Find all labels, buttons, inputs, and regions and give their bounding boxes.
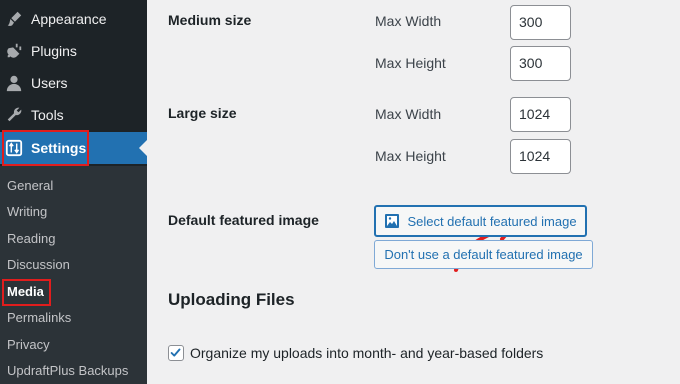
large-size-label: Large size	[168, 105, 237, 121]
uploading-files-heading: Uploading Files	[168, 290, 295, 309]
medium-height-input[interactable]: 300	[510, 46, 571, 81]
menu-label: Tools	[31, 107, 64, 123]
submenu-privacy[interactable]: Privacy	[7, 337, 50, 353]
menu-label: Users	[31, 75, 68, 91]
admin-sidebar: Appearance Plugins Users Tools Settings …	[0, 0, 147, 384]
checkmark-icon	[170, 348, 181, 357]
media-highlight-box	[2, 279, 51, 306]
menu-item-plugins[interactable]: Plugins	[0, 35, 147, 67]
dont-use-default-featured-image-button[interactable]: Don't use a default featured image	[374, 240, 593, 269]
image-icon	[385, 214, 400, 228]
menu-label: Plugins	[31, 43, 77, 59]
submenu-discussion[interactable]: Discussion	[7, 257, 70, 273]
submenu-permalinks[interactable]: Permalinks	[7, 310, 71, 326]
current-menu-pointer	[139, 140, 147, 156]
organize-uploads-label[interactable]: Organize my uploads into month- and year…	[190, 345, 543, 361]
default-featured-image-label: Default featured image	[168, 212, 319, 228]
large-height-label: Max Height	[375, 148, 446, 164]
wrench-icon	[7, 107, 22, 122]
plugin-icon	[7, 43, 22, 58]
select-default-featured-image-button[interactable]: Select default featured image	[374, 205, 587, 237]
media-settings-content: Medium size Max Width 300 Max Height 300…	[147, 0, 680, 384]
medium-size-label: Medium size	[168, 12, 252, 28]
medium-height-label: Max Height	[375, 55, 446, 71]
large-height-input[interactable]: 1024	[510, 139, 571, 174]
large-width-input[interactable]: 1024	[510, 97, 571, 132]
menu-item-tools[interactable]: Tools	[0, 99, 147, 131]
user-icon	[6, 75, 22, 92]
settings-submenu: General Writing Reading Discussion Media…	[0, 166, 147, 384]
large-width-label: Max Width	[375, 106, 442, 122]
select-button-label: Select default featured image	[407, 213, 577, 229]
medium-width-label: Max Width	[375, 13, 442, 29]
submenu-updraftplus-backups[interactable]: UpdraftPlus Backups	[7, 363, 128, 379]
submenu-reading[interactable]: Reading	[7, 231, 55, 247]
menu-label: Appearance	[31, 11, 107, 27]
submenu-writing[interactable]: Writing	[7, 204, 47, 220]
paintbrush-icon	[7, 11, 22, 26]
organize-uploads-checkbox[interactable]	[168, 345, 184, 361]
menu-item-appearance[interactable]: Appearance	[0, 3, 147, 35]
menu-item-users[interactable]: Users	[0, 67, 147, 99]
medium-width-input[interactable]: 300	[510, 5, 571, 40]
settings-highlight-box	[2, 130, 89, 166]
submenu-general[interactable]: General	[7, 178, 53, 194]
